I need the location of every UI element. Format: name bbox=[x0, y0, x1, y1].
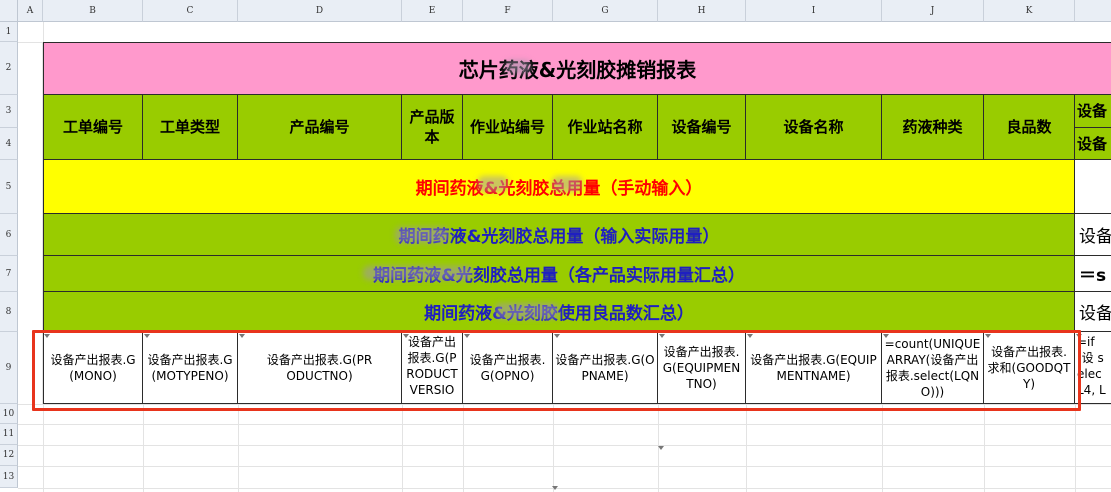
redaction-blur bbox=[363, 266, 473, 280]
row-header-5[interactable]: 5 bbox=[0, 160, 18, 214]
redaction-blur bbox=[505, 60, 531, 74]
row-header-13[interactable]: 13 bbox=[0, 466, 18, 488]
redaction-blur bbox=[395, 227, 449, 243]
cell-marker-icon bbox=[658, 446, 664, 450]
cell-k6[interactable]: 设备 bbox=[1075, 214, 1111, 256]
header-opname[interactable]: 作业站名称 bbox=[553, 95, 658, 160]
column-header-f[interactable]: F bbox=[463, 0, 553, 22]
header-k4-label: 设备 bbox=[1077, 134, 1108, 153]
row-header-1[interactable]: 1 bbox=[0, 22, 18, 42]
column-header-k[interactable]: K bbox=[984, 0, 1075, 22]
header-opno-label: 作业站编号 bbox=[469, 118, 545, 136]
header-k4-partial[interactable]: 设备 bbox=[1075, 128, 1111, 160]
band-actual-input[interactable]: 期间药液&光刻胶总用量（输入实际用量） bbox=[43, 214, 1075, 256]
band-product-summary[interactable]: 期间药液&光刻胶总用量（各产品实际用量汇总） bbox=[43, 256, 1075, 292]
gridline bbox=[463, 404, 464, 492]
cell-k5[interactable] bbox=[1075, 160, 1111, 214]
header-mono-label: 工单编号 bbox=[62, 118, 123, 136]
column-header-j[interactable]: J bbox=[882, 0, 984, 22]
column-header-h[interactable]: H bbox=[658, 0, 746, 22]
gridline bbox=[1075, 404, 1076, 492]
header-mono[interactable]: 工单编号 bbox=[43, 95, 143, 160]
header-productno[interactable]: 产品编号 bbox=[238, 95, 402, 160]
gridline bbox=[18, 466, 1111, 467]
select-all-corner[interactable] bbox=[0, 0, 18, 22]
highlight-box bbox=[32, 330, 1081, 411]
header-liquid-type-label: 药液种类 bbox=[902, 118, 963, 136]
redaction-blur bbox=[495, 303, 559, 319]
header-motype[interactable]: 工单类型 bbox=[143, 95, 238, 160]
column-header-c[interactable]: C bbox=[143, 0, 238, 22]
gridline bbox=[984, 404, 985, 492]
row-header-8[interactable]: 8 bbox=[0, 292, 18, 332]
row-header-6[interactable]: 6 bbox=[0, 214, 18, 256]
row-header-3[interactable]: 3 bbox=[0, 95, 18, 128]
band-good-qty-summary[interactable]: 期间药液&光刻胶使用良品数汇总） bbox=[43, 292, 1075, 332]
header-equipmentno[interactable]: 设备编号 bbox=[658, 95, 746, 160]
report-title: 芯片药液&光刻胶摊销报表 bbox=[458, 58, 697, 82]
header-liquid-type[interactable]: 药液种类 bbox=[882, 95, 984, 160]
column-header-e[interactable]: E bbox=[402, 0, 463, 22]
gridline bbox=[18, 445, 1111, 446]
header-opname-label: 作业站名称 bbox=[567, 118, 643, 136]
redaction-blur bbox=[552, 176, 582, 192]
header-k3-label: 设备 bbox=[1077, 102, 1108, 120]
gridline bbox=[238, 404, 239, 492]
gridline bbox=[18, 488, 1111, 489]
row-header-11[interactable]: 11 bbox=[0, 424, 18, 445]
header-opno[interactable]: 作业站编号 bbox=[463, 95, 553, 160]
header-productno-label: 产品编号 bbox=[289, 118, 350, 136]
header-good-qty[interactable]: 良品数 bbox=[984, 95, 1075, 160]
header-good-qty-label: 良品数 bbox=[1006, 118, 1052, 136]
row-header-7[interactable]: 7 bbox=[0, 256, 18, 292]
gridline bbox=[43, 404, 44, 492]
header-equipmentname-label: 设备名称 bbox=[783, 118, 844, 136]
header-k3-partial[interactable]: 设备 bbox=[1075, 95, 1111, 128]
column-header-d[interactable]: D bbox=[238, 0, 402, 22]
cell-k8[interactable]: 设备 bbox=[1075, 292, 1111, 332]
cell-marker-icon bbox=[552, 486, 558, 490]
gridline bbox=[143, 404, 144, 492]
column-header-a[interactable]: A bbox=[18, 0, 43, 22]
gridline bbox=[18, 424, 1111, 425]
gridline bbox=[553, 404, 554, 492]
column-header-l[interactable] bbox=[1075, 0, 1111, 22]
header-productversion[interactable]: 产品版本 bbox=[402, 95, 463, 160]
gridline bbox=[402, 404, 403, 492]
report-title-cell[interactable]: 芯片药液&光刻胶摊销报表 bbox=[43, 42, 1111, 95]
row-header-10[interactable]: 10 bbox=[0, 404, 18, 424]
gridline bbox=[43, 22, 44, 42]
redaction-blur bbox=[478, 176, 508, 192]
header-equipmentno-label: 设备编号 bbox=[671, 118, 732, 136]
row-header-12[interactable]: 12 bbox=[0, 445, 18, 466]
header-motype-label: 工单类型 bbox=[159, 118, 220, 136]
header-equipmentname[interactable]: 设备名称 bbox=[746, 95, 882, 160]
gridline bbox=[882, 404, 883, 492]
header-productversion-label: 产品版本 bbox=[409, 108, 455, 146]
gridline bbox=[746, 404, 747, 492]
column-header-i[interactable]: I bbox=[746, 0, 882, 22]
column-header-b[interactable]: B bbox=[43, 0, 143, 22]
row-header-4[interactable]: 4 bbox=[0, 128, 18, 160]
column-header-g[interactable]: G bbox=[553, 0, 658, 22]
row-header-2[interactable]: 2 bbox=[0, 42, 18, 95]
row-header-9[interactable]: 9 bbox=[0, 332, 18, 404]
cell-k7[interactable]: ＝s bbox=[1075, 256, 1111, 292]
